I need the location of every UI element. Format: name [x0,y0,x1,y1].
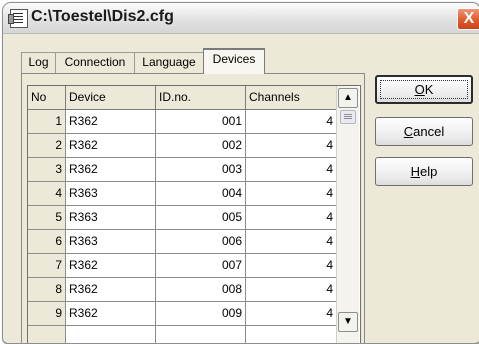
title-bar[interactable]: C:\Toestel\Dis2.cfg X [3,3,479,34]
row-number: 4 [28,182,66,206]
id-no-cell[interactable]: 003 [156,158,246,182]
help-label-rest: elp [420,164,438,179]
column-header-no[interactable]: No [28,86,66,110]
tab-language-label: Language [142,55,196,69]
device-cell[interactable]: R362 [66,302,156,326]
id-no-cell[interactable]: 009 [156,302,246,326]
channels-cell[interactable]: 4 [246,206,337,230]
device-cell[interactable]: R362 [66,134,156,158]
tab-devices[interactable]: Devices [203,48,265,74]
close-icon: X [463,10,475,27]
table-row[interactable]: 5 R363 005 4 [28,206,338,230]
ok-label-rest: K [424,82,434,97]
device-cell[interactable]: R362 [66,158,156,182]
row-number: 9 [28,302,66,326]
table-row[interactable]: 1 R362 001 4 [28,110,338,134]
table-row[interactable]: 8 R362 008 4 [28,278,338,302]
tab-log[interactable]: Log [21,52,56,73]
table-row[interactable]: 9 R362 009 4 [28,302,338,326]
tab-language[interactable]: Language [134,52,204,73]
channels-cell[interactable]: 4 [246,110,337,134]
tab-connection[interactable]: Connection [55,52,135,73]
scroll-up-button[interactable]: ▲ [338,88,358,108]
column-header-channels[interactable]: Channels [246,86,337,110]
id-no-cell[interactable]: 008 [156,278,246,302]
id-no-cell[interactable]: 002 [156,134,246,158]
channels-cell[interactable]: 4 [246,278,337,302]
ok-accelerator: O [414,82,425,97]
cancel-label-rest: ancel [413,124,445,139]
scroll-thumb[interactable] [340,110,356,124]
row-number: 5 [28,206,66,230]
config-file-icon [8,9,28,28]
column-header-device[interactable]: Device [66,86,156,110]
device-cell[interactable]: R362 [66,278,156,302]
id-no-cell[interactable]: 007 [156,254,246,278]
id-no-cell[interactable]: 001 [156,110,246,134]
channels-cell[interactable]: 4 [246,158,337,182]
row-number: 8 [28,278,66,302]
grid-vertical-scrollbar[interactable]: ▲ ▼ [336,86,359,343]
cancel-accelerator: C [403,124,414,139]
channels-cell[interactable]: 4 [246,182,337,206]
row-number: 2 [28,134,66,158]
scroll-down-button[interactable]: ▼ [338,312,358,332]
tab-devices-label: Devices [212,52,256,66]
dialog-window: C:\Toestel\Dis2.cfg X Log Connection Lan… [2,2,479,344]
ok-button[interactable]: OK [375,75,473,104]
tab-connection-label: Connection [64,55,126,69]
device-cell[interactable]: R362 [66,254,156,278]
row-number: 7 [28,254,66,278]
scroll-down-arrow-icon: ▼ [343,316,353,327]
channels-cell[interactable]: 4 [246,302,337,326]
device-cell[interactable]: R362 [66,110,156,134]
cancel-button[interactable]: Cancel [375,117,473,146]
window-title: C:\Toestel\Dis2.cfg [31,8,174,25]
id-no-cell[interactable]: 006 [156,230,246,254]
table-row[interactable]: 7 R362 007 4 [28,254,338,278]
device-cell[interactable]: R363 [66,182,156,206]
channels-cell[interactable]: 4 [246,230,337,254]
channels-cell[interactable]: 4 [246,254,337,278]
column-header-id-no[interactable]: ID.no. [156,86,246,110]
device-cell[interactable]: R363 [66,206,156,230]
row-number: 3 [28,158,66,182]
id-no-cell[interactable]: 004 [156,182,246,206]
tab-log-label: Log [28,55,49,69]
id-no-cell[interactable]: 005 [156,206,246,230]
close-button[interactable]: X [457,8,479,30]
table-row[interactable]: 6 R363 006 4 [28,230,338,254]
help-button[interactable]: Help [375,157,473,186]
id-no-cell-empty[interactable] [156,326,246,343]
scroll-up-arrow-icon: ▲ [343,92,353,103]
help-accelerator: H [410,164,421,179]
channels-cell[interactable]: 4 [246,134,337,158]
devices-grid[interactable]: No Device ID.no. Channels 1 R362 001 4 2… [27,85,361,343]
row-number: 1 [28,110,66,134]
table-row[interactable]: 2 R362 002 4 [28,134,338,158]
device-cell-empty[interactable] [66,326,156,343]
grid-header-row: No Device ID.no. Channels [28,86,338,110]
table-row[interactable]: 4 R363 004 4 [28,182,338,206]
row-number-empty [28,326,66,343]
table-row[interactable]: 3 R362 003 4 [28,158,338,182]
device-cell[interactable]: R363 [66,230,156,254]
channels-cell-empty[interactable] [246,326,337,343]
table-row-partial[interactable] [28,326,338,343]
row-number: 6 [28,230,66,254]
